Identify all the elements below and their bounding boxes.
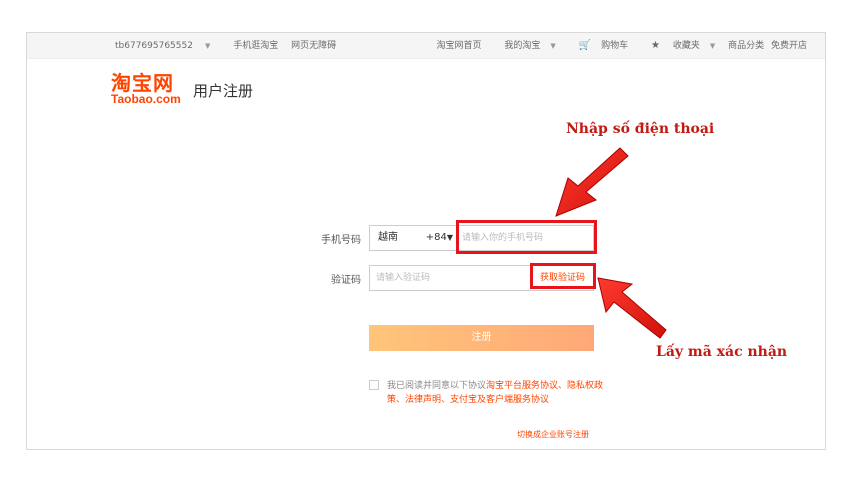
favorites-link[interactable]: ★ 收藏夹 ▼ (641, 33, 715, 59)
categories-link[interactable]: 商品分类 (728, 33, 764, 59)
site-nav-bar: tb677695765552 ▼ 手机逛淘宝 网页无障碍 淘宝网首页 我的淘宝 ▼ … (27, 33, 825, 59)
agree-checkbox[interactable] (369, 380, 379, 390)
page-title: 用户注册 (193, 82, 254, 100)
annotation-code: Lấy mã xác nhận (656, 344, 788, 360)
annotation-phone: Nhập số điện thoại (566, 121, 715, 137)
agreement: 我已阅读并同意以下协议淘宝平台服务协议、隐私权政策、法律声明、支付宝及客户端服务… (369, 379, 609, 407)
phone-label: 手机号码 (321, 235, 361, 246)
logo-text-en: Taobao.com (111, 92, 181, 106)
register-button[interactable]: 注册 (369, 325, 594, 351)
accessibility-link[interactable]: 网页无障碍 (291, 33, 336, 59)
chevron-down-icon: ▼ (204, 42, 211, 50)
verification-code-input[interactable] (376, 268, 526, 288)
caret-down-icon: ▼ (446, 233, 453, 242)
chevron-down-icon: ▼ (709, 42, 716, 50)
chevron-down-icon: ▼ (550, 42, 556, 50)
country-select[interactable]: 越南 +84▼ (370, 226, 458, 250)
home-link[interactable]: 淘宝网首页 (436, 33, 481, 59)
star-icon: ★ (650, 40, 660, 51)
cart-icon: 🛒 (578, 40, 592, 51)
my-taobao-link[interactable]: 我的淘宝 ▼ (494, 33, 555, 59)
mobile-taobao-link[interactable]: 手机逛淘宝 (233, 33, 278, 59)
cart-link[interactable]: 🛒 购物车 (569, 33, 628, 59)
username-link[interactable]: tb677695765552 ▼ (115, 33, 220, 59)
code-label: 验证码 (331, 275, 361, 286)
enterprise-register-link[interactable]: 切换成企业账号注册 (517, 429, 589, 440)
code-highlight-box (530, 263, 596, 289)
seller-link[interactable]: 免费开店 (771, 33, 807, 59)
browser-page: tb677695765552 ▼ 手机逛淘宝 网页无障碍 淘宝网首页 我的淘宝 ▼ … (26, 32, 826, 450)
phone-highlight-box (456, 220, 597, 254)
taobao-logo[interactable]: 淘宝网 Taobao.com (111, 73, 191, 107)
logo-text-cn: 淘宝网 (111, 71, 174, 95)
